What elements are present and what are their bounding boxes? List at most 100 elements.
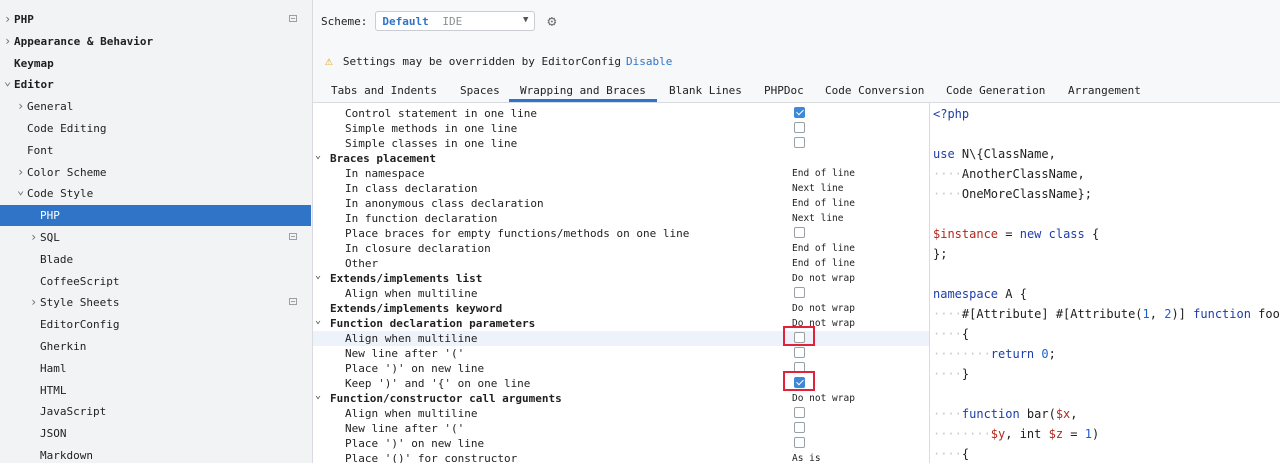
tab-tabs-and-indents[interactable]: Tabs and Indents bbox=[331, 80, 437, 102]
setting-checkbox[interactable] bbox=[794, 347, 805, 358]
code-token: ···· bbox=[933, 447, 962, 461]
sidebar-item-javascript[interactable]: JavaScript bbox=[0, 401, 311, 422]
sidebar-item-coffeescript[interactable]: CoffeeScript bbox=[0, 271, 311, 292]
chevron-right-icon[interactable]: › bbox=[17, 96, 27, 117]
code-token: , int bbox=[1005, 427, 1049, 441]
sidebar-item-style-sheets[interactable]: › Style Sheets bbox=[0, 292, 311, 313]
setting-group: ⌄ Function/constructor call arguments Do n… bbox=[313, 388, 929, 406]
setting-checkbox[interactable] bbox=[794, 137, 805, 148]
sidebar-item-gherkin[interactable]: Gherkin bbox=[0, 336, 311, 357]
tab-spaces[interactable]: Spaces bbox=[460, 80, 500, 102]
setting-label: Braces placement bbox=[330, 152, 436, 165]
setting-group: Extends/implements keyword Do not wrap bbox=[313, 301, 929, 316]
sidebar-item-keymap[interactable]: Keymap bbox=[0, 53, 311, 74]
sidebar-item-color-scheme[interactable]: › Color Scheme bbox=[0, 162, 311, 183]
code-token: , bbox=[1149, 307, 1165, 321]
setting-checkbox[interactable] bbox=[794, 107, 805, 118]
code-style-panel: Scheme: Default IDE ▼ ⚙ ⚠ Settings may b… bbox=[313, 0, 1280, 463]
code-line: ····OneMoreClassName}; bbox=[933, 184, 1092, 204]
setting-row: Control statement in one line bbox=[313, 106, 929, 121]
setting-value-dropdown[interactable]: Next line bbox=[792, 211, 843, 226]
setting-label: Place ')' on new line bbox=[345, 362, 485, 375]
chevron-down-icon[interactable]: ⌄ bbox=[4, 74, 14, 95]
tab-code-generation[interactable]: Code Generation bbox=[946, 80, 1045, 102]
sidebar-item-json[interactable]: JSON bbox=[0, 423, 311, 444]
setting-value-dropdown[interactable]: End of line bbox=[792, 196, 855, 211]
setting-checkbox[interactable] bbox=[794, 287, 805, 298]
chevron-right-icon[interactable]: › bbox=[17, 162, 27, 183]
code-token: $z bbox=[1048, 427, 1064, 441]
tab-arrangement[interactable]: Arrangement bbox=[1068, 80, 1141, 102]
sidebar-item-php[interactable]: › PHP bbox=[0, 9, 311, 30]
code-token: use bbox=[933, 147, 962, 161]
sidebar-item-general[interactable]: › General bbox=[0, 96, 311, 117]
chevron-right-icon[interactable]: › bbox=[30, 227, 40, 248]
code-token: ···· bbox=[933, 327, 962, 341]
tab-wrapping-and-braces[interactable]: Wrapping and Braces bbox=[509, 80, 657, 102]
code-token: ···· bbox=[933, 167, 962, 181]
setting-row: Place braces for empty functions/methods… bbox=[313, 226, 929, 241]
setting-label: Function/constructor call arguments bbox=[330, 392, 562, 405]
chevron-down-icon[interactable]: ⌄ bbox=[315, 388, 321, 403]
chevron-right-icon[interactable]: › bbox=[4, 9, 14, 30]
sidebar-item-sql[interactable]: › SQL bbox=[0, 227, 311, 248]
code-line: ····} bbox=[933, 364, 969, 384]
sidebar-item-code-style[interactable]: ⌄ Code Style bbox=[0, 183, 311, 204]
sidebar-item-markdown[interactable]: Markdown bbox=[0, 445, 311, 463]
setting-checkbox[interactable] bbox=[794, 122, 805, 133]
chevron-down-icon[interactable]: ⌄ bbox=[17, 183, 27, 204]
chevron-down-icon[interactable]: ⌄ bbox=[315, 148, 321, 163]
chevron-down-icon: ▼ bbox=[522, 15, 529, 25]
scheme-row: Scheme: Default IDE ▼ ⚙ bbox=[321, 10, 556, 32]
chevron-down-icon[interactable]: ⌄ bbox=[315, 268, 321, 283]
code-token: $x bbox=[1055, 407, 1071, 421]
disable-link[interactable]: Disable bbox=[626, 55, 672, 68]
tab-blank-lines[interactable]: Blank Lines bbox=[669, 80, 742, 102]
scheme-dropdown[interactable]: Default IDE ▼ bbox=[375, 11, 536, 31]
chevron-right-icon[interactable]: › bbox=[4, 31, 14, 52]
chevron-right-icon[interactable]: › bbox=[30, 292, 40, 313]
sidebar-item-editor[interactable]: ⌄ Editor bbox=[0, 74, 311, 95]
setting-value-dropdown[interactable]: Do not wrap bbox=[792, 271, 855, 286]
tab-code-conversion[interactable]: Code Conversion bbox=[825, 80, 924, 102]
code-token: <?php bbox=[933, 107, 970, 121]
code-line: namespace A { bbox=[933, 284, 1027, 304]
code-token: $y bbox=[990, 427, 1006, 441]
sidebar-item-blade[interactable]: Blade bbox=[0, 249, 311, 270]
setting-value-dropdown[interactable]: End of line bbox=[792, 241, 855, 256]
sidebar-item-editorconfig[interactable]: EditorConfig bbox=[0, 314, 311, 335]
setting-row: Keep ')' and '{' on one line bbox=[313, 376, 929, 391]
tab-phpdoc[interactable]: PHPDoc bbox=[764, 80, 804, 102]
sidebar-item-html[interactable]: HTML bbox=[0, 380, 311, 401]
sidebar-item-label: Markdown bbox=[40, 449, 93, 462]
project-scope-icon bbox=[289, 298, 297, 306]
sidebar-item-appearance-behavior[interactable]: › Appearance & Behavior bbox=[0, 31, 311, 52]
setting-value-dropdown[interactable]: End of line bbox=[792, 256, 855, 271]
sidebar-item-font[interactable]: Font bbox=[0, 140, 311, 161]
setting-value-dropdown[interactable]: Do not wrap bbox=[792, 391, 855, 406]
code-token: function bbox=[1193, 307, 1251, 321]
setting-value-dropdown[interactable]: End of line bbox=[792, 166, 855, 181]
highlight-marker bbox=[783, 371, 815, 391]
sidebar-item-php[interactable]: PHP bbox=[0, 205, 311, 227]
setting-value-dropdown[interactable]: Do not wrap bbox=[792, 301, 855, 316]
setting-value-dropdown[interactable]: Next line bbox=[792, 181, 843, 196]
code-token: new class bbox=[1019, 227, 1085, 241]
code-token: $instance bbox=[933, 227, 999, 241]
code-token: AnotherClassName, bbox=[961, 167, 1085, 181]
gear-icon[interactable]: ⚙ bbox=[547, 12, 556, 30]
setting-checkbox[interactable] bbox=[794, 437, 805, 448]
setting-value-dropdown[interactable]: As is bbox=[792, 451, 821, 463]
chevron-down-icon[interactable]: ⌄ bbox=[315, 313, 321, 328]
sidebar-item-label: PHP bbox=[40, 209, 60, 223]
setting-checkbox[interactable] bbox=[794, 422, 805, 433]
setting-label: Simple methods in one line bbox=[345, 122, 518, 135]
code-token: OneMoreClassName}; bbox=[961, 187, 1092, 201]
code-token: namespace bbox=[933, 287, 999, 301]
setting-checkbox[interactable] bbox=[794, 407, 805, 418]
sidebar-item-code-editing[interactable]: Code Editing bbox=[0, 118, 311, 139]
setting-row: In function declaration Next line bbox=[313, 211, 929, 226]
setting-label: In function declaration bbox=[345, 212, 498, 225]
setting-checkbox[interactable] bbox=[794, 227, 805, 238]
sidebar-item-haml[interactable]: Haml bbox=[0, 358, 311, 379]
